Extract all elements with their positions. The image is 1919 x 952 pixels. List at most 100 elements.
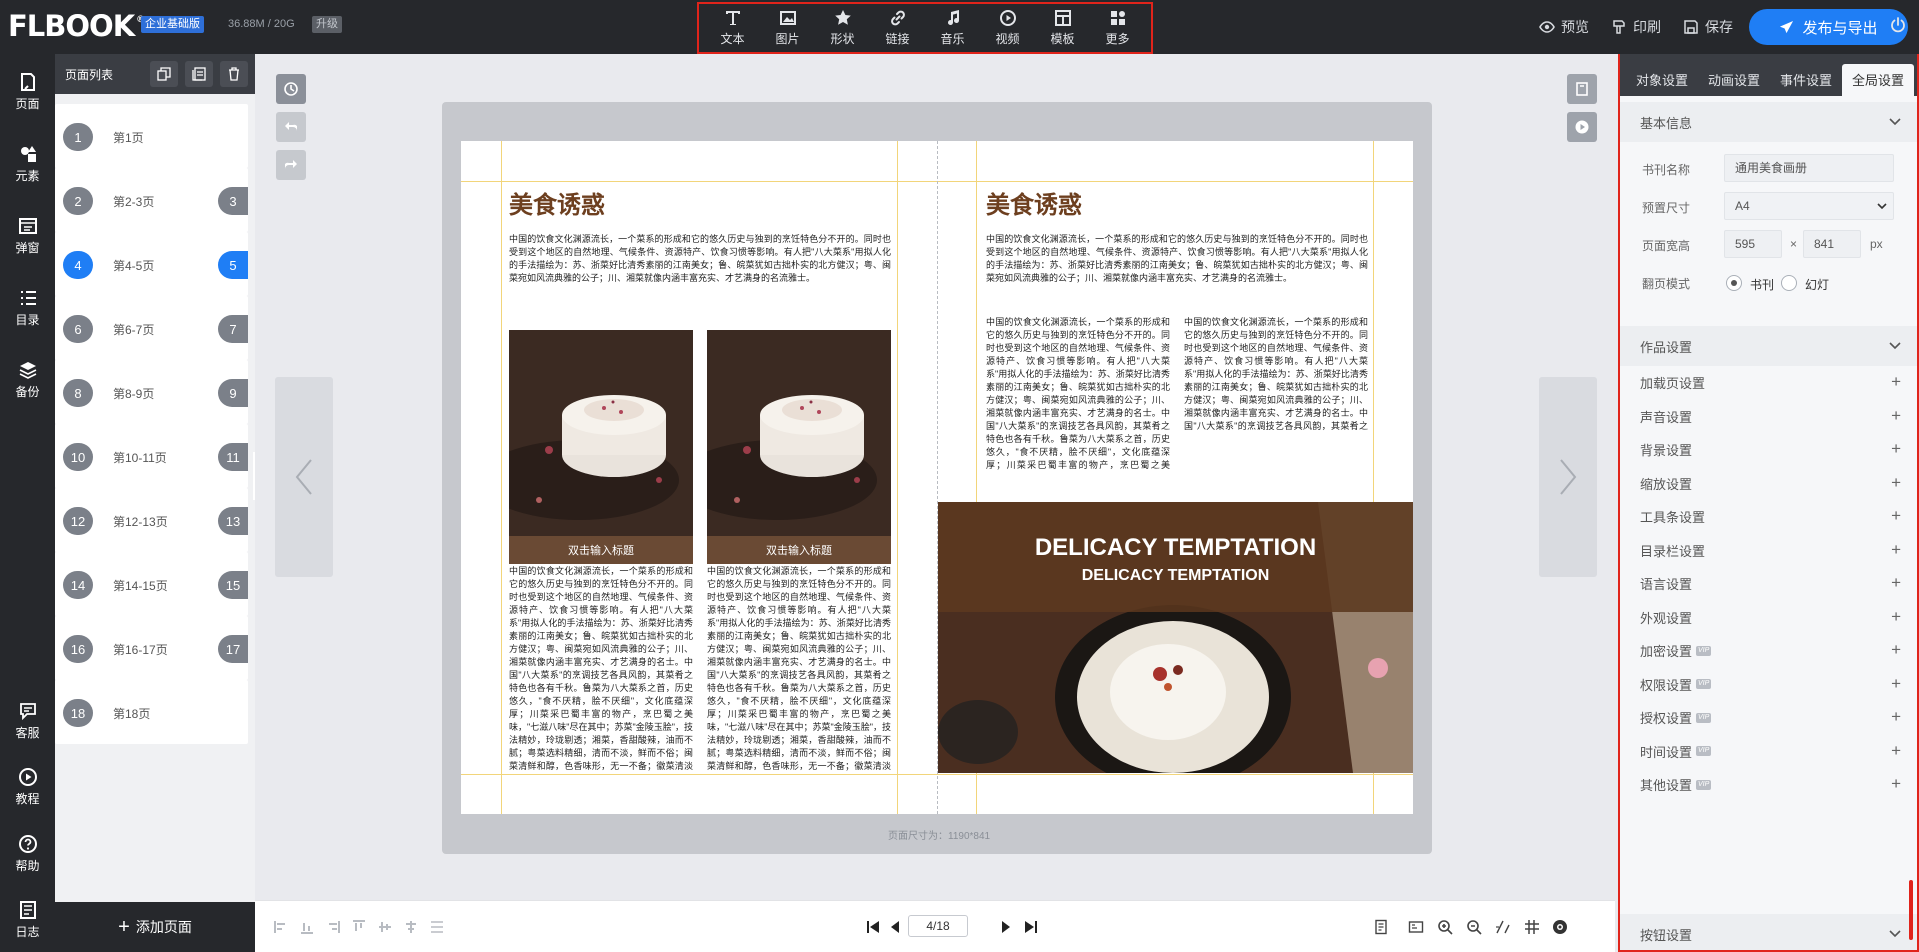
- distribute-icon[interactable]: [429, 919, 445, 935]
- first-page-icon[interactable]: [865, 919, 881, 935]
- redo-button[interactable]: [276, 150, 306, 180]
- right-intro-text[interactable]: 中国的饮食文化渊源流长，一个菜系的形成和它的悠久历史与独到的烹饪特色分不开的。同…: [986, 233, 1368, 297]
- tab-event-settings[interactable]: 事件设置: [1770, 64, 1842, 96]
- dessert-photo-1[interactable]: [509, 330, 693, 536]
- rail-item-service[interactable]: 客服: [0, 701, 55, 741]
- settings-row[interactable]: 工具条设置 +: [1620, 500, 1917, 533]
- page-list-item[interactable]: 1 第1页: [55, 104, 248, 168]
- rail-item-elements[interactable]: 元素: [0, 144, 55, 184]
- expand-plus-icon[interactable]: +: [1891, 507, 1901, 524]
- settings-row[interactable]: 加载页设置 +: [1620, 366, 1917, 399]
- expand-plus-icon[interactable]: +: [1891, 775, 1901, 792]
- zoom-in-icon[interactable]: [1437, 919, 1453, 935]
- grid-icon[interactable]: [1524, 919, 1540, 935]
- next-page-icon[interactable]: [998, 919, 1014, 935]
- dessert-photo-2[interactable]: [707, 330, 891, 536]
- page-list-item[interactable]: 14 第14-15页 15: [55, 552, 248, 616]
- undo-button[interactable]: [276, 112, 306, 142]
- hero-image-block[interactable]: DELICACY TEMPTATION DELICACY TEMPTATION: [938, 502, 1413, 773]
- link-tool-button[interactable]: 链接: [874, 9, 922, 47]
- page-height-input[interactable]: 841: [1803, 230, 1861, 258]
- hero-title[interactable]: DELICACY TEMPTATION: [938, 534, 1413, 562]
- play-preview-button[interactable]: [1567, 112, 1597, 142]
- history-button[interactable]: [276, 74, 306, 104]
- left-body-column-2[interactable]: 中国的饮食文化渊源流长，一个菜系的形成和它的悠久历史与独到的烹饪特色分不开的。同…: [707, 565, 891, 773]
- add-page-button[interactable]: + 添加页面: [55, 902, 255, 952]
- rail-item-help[interactable]: 帮助: [0, 834, 55, 874]
- page-list-item[interactable]: 4 第4-5页 5: [55, 232, 248, 296]
- settings-row[interactable]: 其他设置 VIP +: [1620, 768, 1917, 801]
- settings-row[interactable]: 背景设置 +: [1620, 433, 1917, 466]
- tab-global-settings[interactable]: 全局设置: [1842, 64, 1915, 96]
- expand-plus-icon[interactable]: +: [1891, 373, 1901, 390]
- settings-scrollbar[interactable]: [1909, 880, 1913, 940]
- rail-item-catalog[interactable]: 目录: [0, 288, 55, 328]
- power-icon[interactable]: [1890, 17, 1906, 33]
- rail-item-log[interactable]: 日志: [0, 900, 55, 940]
- rail-item-backup[interactable]: 备份: [0, 360, 55, 400]
- expand-plus-icon[interactable]: +: [1891, 474, 1901, 491]
- text-tool-button[interactable]: 文本: [709, 9, 757, 47]
- save-button[interactable]: 保存: [1683, 17, 1733, 37]
- settings-row[interactable]: 加密设置 VIP +: [1620, 634, 1917, 667]
- expand-plus-icon[interactable]: +: [1891, 608, 1901, 625]
- page-list-item[interactable]: 8 第8-9页 9: [55, 360, 248, 424]
- shape-tool-button[interactable]: 形状: [819, 9, 867, 47]
- ruler-icon[interactable]: [1408, 919, 1424, 935]
- settings-row[interactable]: 权限设置 VIP +: [1620, 668, 1917, 701]
- camera-icon[interactable]: [1552, 919, 1568, 935]
- expand-plus-icon[interactable]: +: [1891, 708, 1901, 725]
- left-page-title[interactable]: 美食诱惑: [509, 191, 605, 219]
- book-name-input[interactable]: 通用美食画册: [1724, 154, 1894, 182]
- expand-plus-icon[interactable]: +: [1891, 440, 1901, 457]
- expand-plus-icon[interactable]: +: [1891, 541, 1901, 558]
- page-list-item[interactable]: 16 第16-17页 17: [55, 616, 248, 680]
- previous-page-icon[interactable]: [887, 919, 903, 935]
- align-left-icon[interactable]: [273, 919, 289, 935]
- settings-row[interactable]: 目录栏设置 +: [1620, 534, 1917, 567]
- expand-plus-icon[interactable]: +: [1891, 675, 1901, 692]
- hero-subtitle[interactable]: DELICACY TEMPTATION: [938, 566, 1413, 586]
- photo-caption-1[interactable]: 双击输入标题: [509, 536, 693, 564]
- next-page-arrow[interactable]: [1539, 377, 1597, 577]
- left-body-column-1[interactable]: 中国的饮食文化渊源流长，一个菜系的形成和它的悠久历史与独到的烹饪特色分不开的。同…: [509, 565, 693, 773]
- preview-button[interactable]: 预览: [1539, 17, 1589, 37]
- copy-page-button[interactable]: [150, 61, 178, 87]
- align-center-vertical-icon[interactable]: [377, 919, 393, 935]
- photo-caption-2[interactable]: 双击输入标题: [707, 536, 891, 564]
- settings-row[interactable]: 声音设置 +: [1620, 400, 1917, 433]
- flip-mode-slide-radio[interactable]: [1781, 275, 1797, 291]
- work-settings-section-header[interactable]: 作品设置: [1620, 326, 1917, 366]
- rail-item-tutorial[interactable]: 教程: [0, 767, 55, 807]
- left-intro-text[interactable]: 中国的饮食文化渊源流长，一个菜系的形成和它的悠久历史与独到的烹饪特色分不开的。同…: [509, 233, 891, 297]
- align-center-horizontal-icon[interactable]: [403, 919, 419, 935]
- duplicate-page-button[interactable]: [185, 61, 213, 87]
- page-list-item[interactable]: 18 第18页: [55, 680, 248, 744]
- right-body-column-2[interactable]: 中国的饮食文化渊源流长，一个菜系的形成和它的悠久历史与独到的烹饪特色分不开的。同…: [1184, 316, 1368, 433]
- page-width-input[interactable]: 595: [1724, 230, 1782, 258]
- settings-row[interactable]: 语言设置 +: [1620, 567, 1917, 600]
- align-bottom-icon[interactable]: [299, 919, 315, 935]
- right-body-column-1[interactable]: 中国的饮食文化渊源流长，一个菜系的形成和它的悠久历史与独到的烹饪特色分不开的。同…: [986, 316, 1170, 472]
- upgrade-button[interactable]: 升级: [312, 16, 342, 33]
- page-list-item[interactable]: 2 第2-3页 3: [55, 168, 248, 232]
- page-number-input[interactable]: 4/18: [908, 915, 968, 937]
- template-tool-button[interactable]: 模板: [1039, 9, 1087, 47]
- tab-animation-settings[interactable]: 动画设置: [1698, 64, 1770, 96]
- flip-mode-book-radio[interactable]: [1726, 275, 1742, 291]
- more-tool-button[interactable]: 更多: [1094, 9, 1142, 47]
- page-list-item[interactable]: 10 第10-11页 11: [55, 424, 248, 488]
- delete-page-button[interactable]: [220, 61, 248, 87]
- expand-plus-icon[interactable]: +: [1891, 742, 1901, 759]
- right-page-title[interactable]: 美食诱惑: [986, 191, 1082, 219]
- align-right-icon[interactable]: [325, 919, 341, 935]
- rail-item-popup[interactable]: 弹窗: [0, 216, 55, 256]
- align-top-icon[interactable]: [351, 919, 367, 935]
- expand-plus-icon[interactable]: +: [1891, 574, 1901, 591]
- button-settings-section-header[interactable]: 按钮设置: [1620, 914, 1917, 950]
- publish-export-button[interactable]: 发布与导出: [1749, 9, 1908, 45]
- expand-plus-icon[interactable]: +: [1891, 407, 1901, 424]
- zoom-out-icon[interactable]: [1466, 919, 1482, 935]
- document-icon[interactable]: [1373, 919, 1389, 935]
- settings-row[interactable]: 缩放设置 +: [1620, 467, 1917, 500]
